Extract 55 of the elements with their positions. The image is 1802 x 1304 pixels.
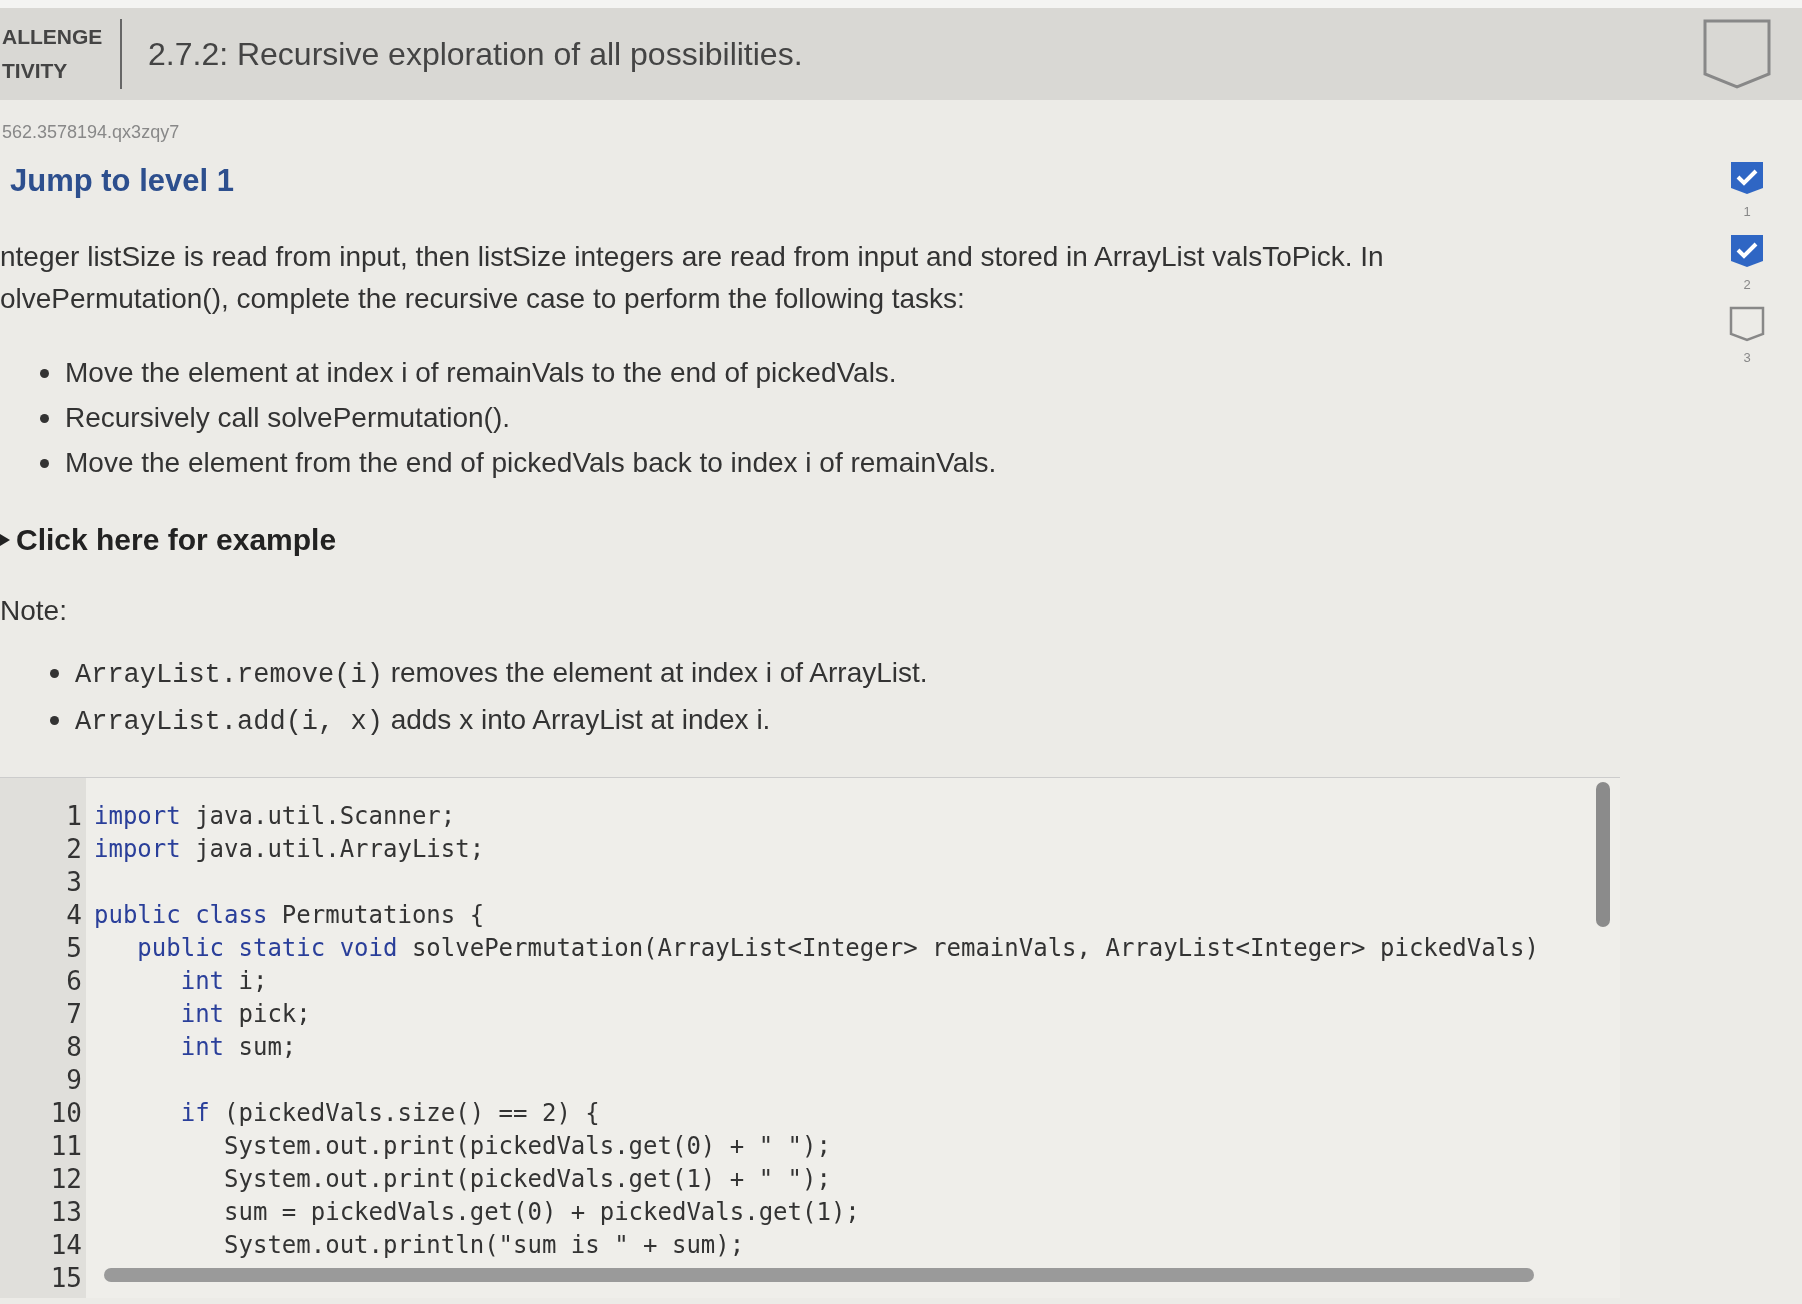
note-text: ArrayList.add(i, x) adds x into ArrayList at index i. [75, 704, 771, 737]
line-number: 14 [49, 1229, 83, 1262]
checked-level-icon[interactable] [1729, 233, 1765, 269]
line-number: 1 [65, 800, 83, 833]
line-number: 4 [65, 899, 83, 932]
activity-label: TIVITY [2, 59, 69, 83]
code-line: int pick; [179, 1000, 311, 1028]
code-line: System.out.println("sum is " + sum); [223, 1231, 745, 1259]
bullet-icon [40, 413, 49, 423]
line-number: 8 [65, 1031, 83, 1064]
activity-label: ALLENGE [2, 25, 104, 49]
line-number: 5 [65, 932, 83, 965]
task-text: Move the element from the end of pickedVals back to index i of remainVals. [65, 447, 997, 479]
level-number: 1 [1743, 204, 1751, 219]
note-label: Note: [0, 595, 68, 627]
level-icon[interactable] [1729, 306, 1765, 342]
code-line: public class Permutations { [94, 901, 485, 929]
code-line: System.out.print(pickedVals.get(1) + " "); [223, 1165, 831, 1193]
bullet-icon [40, 458, 49, 468]
level-number: 3 [1743, 350, 1751, 365]
vertical-scrollbar[interactable] [1596, 782, 1610, 927]
horizontal-scrollbar[interactable] [104, 1268, 1534, 1282]
bullet-icon [50, 716, 59, 725]
code-line: int sum; [179, 1033, 297, 1061]
line-number: 13 [49, 1196, 83, 1229]
example-toggle[interactable]: Click here for example [0, 523, 337, 557]
task-text: Recursively call solvePermutation(). [65, 402, 511, 434]
code-line: sum = pickedVals.get(0) + pickedVals.get(1); [223, 1198, 860, 1226]
line-number: 9 [65, 1064, 83, 1097]
line-number: 15 [49, 1262, 83, 1295]
code-line: System.out.print(pickedVals.get(0) + " "); [223, 1132, 831, 1160]
line-number: 10 [49, 1097, 83, 1130]
activity-id: 562.3578194.qx3zqy7 [2, 122, 181, 143]
code-line: import java.util.Scanner; [94, 802, 456, 830]
level-number: 2 [1743, 277, 1751, 292]
code-line: import java.util.ArrayList; [94, 835, 485, 863]
line-number: 2 [65, 833, 83, 866]
line-number: 7 [65, 998, 83, 1031]
jump-to-level-link[interactable]: Jump to level 1 [10, 163, 234, 199]
line-number: 12 [49, 1163, 83, 1196]
code-line: int i; [179, 967, 268, 995]
activity-title: 2.7.2: Recursive exploration of all possibilities. [148, 35, 804, 73]
description-text: nteger listSize is read from input, then listSize integers are read from input and stored in ArrayList valsToPick. In [0, 243, 1385, 271]
line-number: 11 [49, 1130, 83, 1163]
line-number: 6 [65, 965, 83, 998]
note-text: ArrayList.remove(i) removes the element at index i of ArrayList. [75, 657, 928, 690]
task-text: Move the element at index i of remainVals to the end of pickedVals. [65, 357, 897, 389]
description-text: olvePermutation(), complete the recursive case to perform the following tasks: [0, 285, 966, 313]
line-number: 3 [65, 866, 83, 899]
caret-icon [0, 534, 10, 546]
code-line: if (pickedVals.size() == 2) { [179, 1099, 600, 1127]
checked-level-icon[interactable] [1729, 160, 1765, 196]
code-line: public static void solvePermutation(ArrayList<Integer> remainVals, ArrayList<Integer> pickedVals) [136, 934, 1539, 962]
bullet-icon [50, 669, 59, 678]
bullet-icon [40, 368, 49, 378]
